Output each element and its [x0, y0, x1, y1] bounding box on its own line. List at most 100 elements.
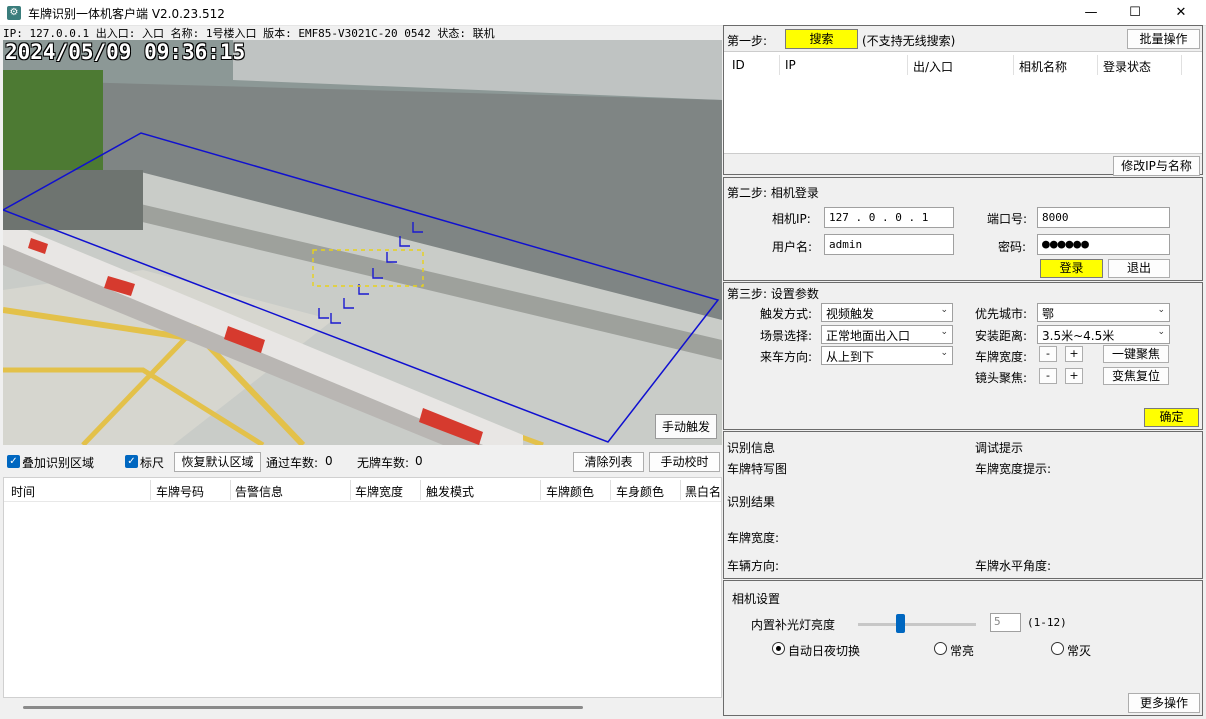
col-camera-name[interactable]: 相机名称 [1019, 58, 1067, 75]
plate-width-hint-label: 车牌宽度提示: [975, 462, 1052, 476]
fill-light-slider-track[interactable] [858, 623, 976, 626]
passed-count-value: 0 [325, 454, 333, 468]
scene-label: 场景选择: [760, 329, 813, 343]
chevron-down-icon: ⌄ [940, 305, 948, 315]
records-table[interactable]: 时间 车牌号码 告警信息 车牌宽度 触发模式 车牌颜色 车身颜色 黑白名 [3, 477, 722, 698]
status-info-bar: IP: 127.0.0.1 出入口: 入口 名称: 1号楼入口 版本: EMF8… [3, 27, 495, 40]
chevron-down-icon: ⌄ [1157, 305, 1165, 315]
direction-label: 来车方向: [760, 350, 813, 364]
zoom-reset-button[interactable]: 变焦复位 [1103, 367, 1169, 385]
clear-list-button[interactable]: 清除列表 [573, 452, 644, 472]
fill-light-range: (1-12) [1027, 616, 1067, 629]
col-plate-color[interactable]: 车牌颜色 [546, 483, 594, 500]
recognition-info-label: 识别信息 [727, 441, 776, 455]
col-trigger-mode[interactable]: 触发模式 [426, 483, 474, 500]
manual-trigger-button[interactable]: 手动触发 [654, 414, 717, 439]
chevron-down-icon: ⌄ [940, 348, 948, 358]
scene-select[interactable]: 正常地面出入口 ⌄ [821, 325, 953, 344]
trigger-mode-label: 触发方式: [760, 307, 813, 321]
always-on-radio[interactable] [934, 642, 947, 655]
password-field[interactable]: ●●●●●● [1037, 234, 1170, 255]
lens-focus-minus-button[interactable]: - [1039, 368, 1057, 384]
lens-focus-label: 镜头聚焦: [975, 371, 1028, 385]
col-ip[interactable]: IP [785, 58, 796, 72]
plate-width-plus-button[interactable]: + [1065, 346, 1083, 362]
priority-city-value: 鄂 [1042, 307, 1055, 321]
fill-light-slider-thumb[interactable] [896, 614, 906, 633]
col-plate-width[interactable]: 车牌宽度 [355, 483, 403, 500]
search-note: (不支持无线搜索) [862, 34, 956, 48]
fill-light-label: 内置补光灯亮度 [751, 618, 836, 632]
login-button[interactable]: 登录 [1040, 259, 1103, 278]
fill-light-value-field[interactable]: 5 [990, 613, 1021, 632]
always-off-radio[interactable] [1051, 642, 1064, 655]
col-body-color[interactable]: 车身颜色 [616, 483, 664, 500]
search-button[interactable]: 搜索 [785, 29, 858, 49]
chevron-down-icon: ⌄ [940, 327, 948, 337]
install-distance-label: 安装距离: [975, 329, 1028, 343]
result-plate-width-label: 车牌宽度: [727, 531, 780, 545]
overlay-zone-label: 叠加识别区域 [22, 456, 95, 470]
batch-operation-button[interactable]: 批量操作 [1127, 29, 1200, 49]
title-bar: ⚙ 车牌识别一体机客户端 V2.0.23.512 — ☐ ✕ [0, 0, 1206, 26]
app-icon: ⚙ [7, 6, 21, 20]
trigger-mode-select[interactable]: 视频触发 ⌄ [821, 303, 953, 322]
plate-width-minus-button[interactable]: - [1039, 346, 1057, 362]
port-field[interactable]: 8000 [1037, 207, 1170, 228]
col-blacklist[interactable]: 黑白名 [685, 483, 721, 500]
ruler-checkbox[interactable]: ✓ [125, 455, 138, 468]
trigger-mode-value: 视频触发 [826, 307, 875, 321]
auto-day-night-radio[interactable] [772, 642, 785, 655]
col-alarm-info[interactable]: 告警信息 [235, 483, 283, 500]
modify-ip-name-button[interactable]: 修改IP与名称 [1113, 156, 1200, 176]
username-label: 用户名: [772, 240, 813, 254]
install-distance-value: 3.5米~4.5米 [1042, 329, 1115, 343]
restore-default-zone-button[interactable]: 恢复默认区域 [174, 452, 261, 472]
col-entrance[interactable]: 出/入口 [913, 58, 953, 75]
port-label: 端口号: [987, 212, 1028, 226]
step1-panel: 第一步: 搜索 (不支持无线搜索) 批量操作 ID IP 出/入口 相机名称 登… [723, 25, 1203, 176]
horizontal-scrollbar[interactable] [3, 698, 722, 716]
camera-ip-field[interactable]: 127 . 0 . 0 . 1 [824, 207, 954, 228]
username-field[interactable]: admin [824, 234, 954, 255]
direction-select[interactable]: 从上到下 ⌄ [821, 346, 953, 365]
direction-value: 从上到下 [826, 350, 875, 364]
col-time[interactable]: 时间 [11, 483, 35, 500]
chevron-down-icon: ⌄ [1157, 327, 1165, 337]
passed-count-label: 通过车数: [266, 456, 319, 470]
scrollbar-thumb[interactable] [23, 706, 583, 709]
vehicle-direction-label: 车辆方向: [727, 559, 780, 573]
step3-panel: 第三步: 设置参数 触发方式: 视频触发 ⌄ 优先城市: 鄂 ⌄ 场景选择: 正常地… [723, 282, 1203, 430]
minimize-button[interactable]: — [1068, 0, 1114, 26]
video-timestamp: 2024/05/09 09:36:15 [5, 40, 246, 64]
video-preview[interactable]: 2024/05/09 09:36:15 手动触发 [3, 40, 722, 445]
col-login-status[interactable]: 登录状态 [1103, 58, 1151, 75]
camera-list[interactable]: ID IP 出/入口 相机名称 登录状态 [724, 51, 1202, 154]
install-distance-select[interactable]: 3.5米~4.5米 ⌄ [1037, 325, 1170, 344]
step3-title: 第三步: 设置参数 [727, 287, 819, 301]
overlay-zone-checkbox[interactable]: ✓ [7, 455, 20, 468]
ruler-label: 标尺 [140, 456, 165, 470]
records-table-header: 时间 车牌号码 告警信息 车牌宽度 触发模式 车牌颜色 车身颜色 黑白名 [4, 478, 721, 502]
priority-city-select[interactable]: 鄂 ⌄ [1037, 303, 1170, 322]
more-operations-button[interactable]: 更多操作 [1128, 693, 1200, 713]
close-button[interactable]: ✕ [1158, 0, 1204, 26]
col-id[interactable]: ID [732, 58, 745, 72]
col-plate-number[interactable]: 车牌号码 [156, 483, 204, 500]
auto-day-night-label: 自动日夜切换 [788, 644, 861, 658]
manual-calibrate-button[interactable]: 手动校时 [649, 452, 720, 472]
scene-value: 正常地面出入口 [826, 329, 911, 343]
confirm-button[interactable]: 确定 [1144, 408, 1199, 427]
camera-settings-title: 相机设置 [732, 592, 781, 606]
window-title: 车牌识别一体机客户端 V2.0.23.512 [28, 7, 225, 21]
plate-closeup-label: 车牌特写图 [727, 462, 788, 476]
camera-ip-label: 相机IP: [772, 212, 811, 226]
lens-focus-plus-button[interactable]: + [1065, 368, 1083, 384]
logout-button[interactable]: 退出 [1108, 259, 1170, 278]
maximize-button[interactable]: ☐ [1112, 0, 1158, 26]
priority-city-label: 优先城市: [975, 307, 1028, 321]
debug-hint-label: 调试提示 [975, 441, 1024, 455]
recognition-panel: 识别信息 调试提示 车牌特写图 车牌宽度提示: 识别结果 车牌宽度: 车辆方向:… [723, 431, 1203, 579]
always-off-label: 常灭 [1067, 644, 1092, 658]
one-key-focus-button[interactable]: 一键聚焦 [1103, 345, 1169, 363]
